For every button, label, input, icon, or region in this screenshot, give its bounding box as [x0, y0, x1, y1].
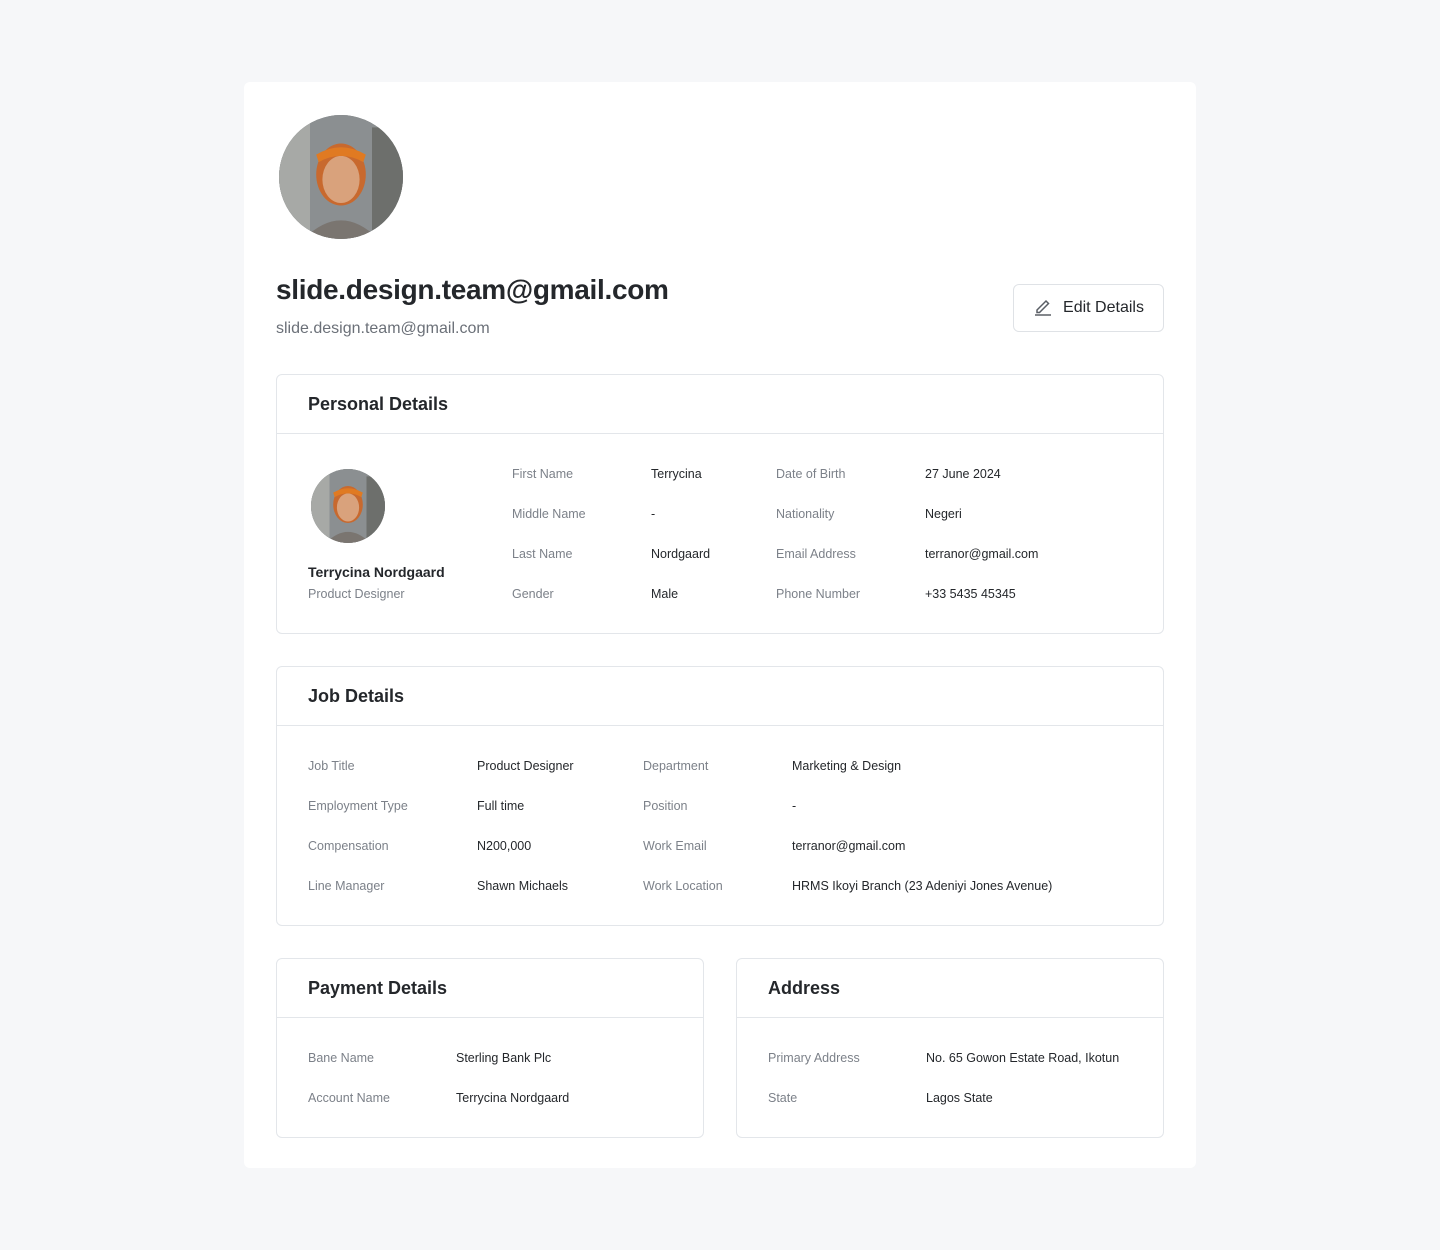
field-label: Job Title [308, 759, 355, 773]
address-section: Address Primary Address No. 65 Gowon Est… [736, 958, 1164, 1138]
field-label: Nationality [776, 507, 835, 521]
field-value: Negeri [925, 507, 962, 521]
payment-details-section: Payment Details Bane Name Sterling Bank … [276, 958, 704, 1138]
field-label: State [768, 1091, 798, 1105]
section-heading: Job Details [277, 667, 1163, 726]
profile-avatar [279, 115, 403, 239]
field-label: Work Email [643, 839, 707, 853]
edit-details-label: Edit Details [1063, 299, 1144, 316]
employee-name: Terrycina Nordgaard [308, 564, 445, 580]
field-label: Department [643, 759, 709, 773]
field-label: Phone Number [776, 587, 861, 601]
field-value: Sterling Bank Plc [456, 1051, 552, 1065]
employee-role: Product Designer [308, 587, 405, 601]
field-value: terranor@gmail.com [792, 839, 906, 853]
section-heading: Address [737, 959, 1163, 1018]
field-value: - [651, 507, 656, 521]
pencil-icon [1033, 296, 1053, 321]
field-value: HRMS Ikoyi Branch (23 Adeniyi Jones Aven… [792, 879, 1053, 893]
section-heading: Personal Details [277, 375, 1163, 434]
section-heading: Payment Details [277, 959, 703, 1018]
personal-avatar [311, 469, 385, 543]
job-details-section: Job Details Job Title Product Designer E… [276, 666, 1164, 926]
field-label: Bane Name [308, 1051, 375, 1065]
profile-title: slide.design.team@gmail.com [276, 274, 669, 305]
field-value: - [792, 799, 797, 813]
field-value: Lagos State [926, 1091, 993, 1105]
field-value: N200,000 [477, 839, 532, 853]
field-value: Full time [477, 799, 525, 813]
field-label: Date of Birth [776, 467, 846, 481]
field-label: Middle Name [512, 507, 586, 521]
field-value: Marketing & Design [792, 759, 902, 773]
edit-details-button[interactable]: Edit Details [1013, 284, 1164, 332]
field-value: Nordgaard [651, 547, 711, 561]
field-label: Compensation [308, 839, 389, 853]
field-value: +33 5435 45345 [925, 587, 1016, 601]
field-value: Terrycina [651, 467, 702, 481]
field-label: Last Name [512, 547, 573, 561]
field-label: Email Address [776, 547, 856, 561]
field-label: Gender [512, 587, 554, 601]
field-label: Position [643, 799, 688, 813]
field-value: Male [651, 587, 679, 601]
field-value: Shawn Michaels [477, 879, 569, 893]
field-label: First Name [512, 467, 574, 481]
field-value: terranor@gmail.com [925, 547, 1039, 561]
field-value: Product Designer [477, 759, 574, 773]
personal-details-section: Personal Details Terrycina Nordgaard Pro… [276, 374, 1164, 634]
field-value: 27 June 2024 [925, 467, 1001, 481]
field-label: Line Manager [308, 879, 385, 893]
field-label: Work Location [643, 879, 723, 893]
profile-subtitle: slide.design.team@gmail.com [276, 320, 490, 337]
field-value: No. 65 Gowon Estate Road, Ikotun [926, 1051, 1120, 1065]
field-value: Terrycina Nordgaard [456, 1091, 570, 1105]
field-label: Primary Address [768, 1051, 860, 1065]
field-label: Employment Type [308, 799, 408, 813]
field-label: Account Name [308, 1091, 390, 1105]
